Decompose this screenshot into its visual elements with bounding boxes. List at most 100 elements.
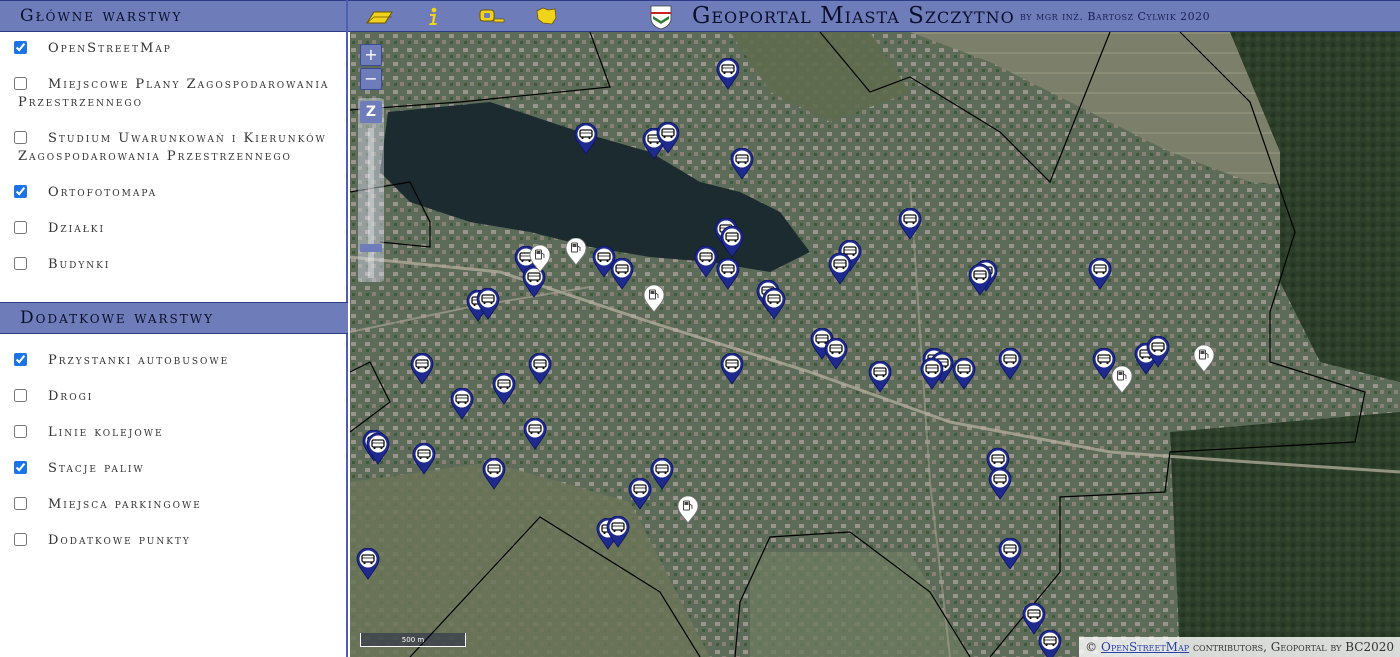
- main-layer-item[interactable]: Studium Uwarunkowań i Kierunków Zagospod…: [0, 130, 346, 166]
- zoom-bar[interactable]: Z: [358, 98, 384, 282]
- extra-layer-label[interactable]: Miejsca parkingowe: [18, 496, 336, 514]
- fuel-station-marker[interactable]: [1193, 345, 1215, 373]
- extra-layer-checkbox[interactable]: [14, 425, 27, 438]
- main-layer-label[interactable]: Budynki: [18, 256, 336, 274]
- bus-stop-marker[interactable]: [828, 253, 852, 285]
- main-layer-item[interactable]: Ortofotomapa: [0, 184, 346, 202]
- osm-link[interactable]: OpenStreetMap: [1101, 640, 1189, 654]
- scale-bar: 500 m: [360, 633, 466, 647]
- bus-stop-marker[interactable]: [720, 353, 744, 385]
- extra-layer-label[interactable]: Dodatkowe punkty: [18, 532, 336, 550]
- main-layer-item[interactable]: Budynki: [0, 256, 346, 274]
- zoom-slider-handle[interactable]: [360, 244, 382, 252]
- bus-stop-marker[interactable]: [716, 58, 740, 90]
- bus-stop-marker[interactable]: [988, 468, 1012, 500]
- zoom-in-button[interactable]: +: [360, 44, 382, 66]
- fuel-station-marker[interactable]: [565, 238, 587, 266]
- main-layer-checkbox[interactable]: [14, 41, 27, 54]
- main-layer-checkbox[interactable]: [14, 221, 27, 234]
- fuel-station-marker[interactable]: [529, 245, 551, 273]
- bus-stop-marker[interactable]: [762, 288, 786, 320]
- bus-stop-marker[interactable]: [610, 258, 634, 290]
- bus-stop-marker[interactable]: [920, 358, 944, 390]
- bus-stop-marker[interactable]: [952, 358, 976, 390]
- main-layer-checkbox[interactable]: [14, 131, 27, 144]
- attribution-prefix: ©: [1085, 640, 1098, 654]
- author-credit: by mgr inż. Bartosz Cylwik 2020: [1020, 10, 1211, 23]
- fuel-station-marker[interactable]: [1111, 366, 1133, 394]
- bus-stop-marker[interactable]: [1038, 630, 1062, 657]
- fuel-station-marker[interactable]: [677, 496, 699, 524]
- bus-stop-marker[interactable]: [1146, 336, 1170, 368]
- main-layer-checkbox[interactable]: [14, 77, 27, 90]
- main-layer-label[interactable]: Działki: [18, 220, 336, 238]
- main-layer-label[interactable]: OpenStreetMap: [18, 40, 336, 58]
- measure-icon[interactable]: [478, 6, 506, 26]
- bus-stop-marker[interactable]: [694, 246, 718, 278]
- bus-stop-marker[interactable]: [998, 538, 1022, 570]
- extra-layer-item[interactable]: Linie kolejowe: [0, 424, 346, 442]
- bus-stop-marker[interactable]: [606, 516, 630, 548]
- bus-stop-marker[interactable]: [574, 123, 598, 155]
- fuel-station-marker[interactable]: [643, 285, 665, 313]
- app-title: Geoportal Miasta Szczytno: [692, 3, 1015, 29]
- main-layer-item[interactable]: Miejscowe Plany Zagospodarowania Przestr…: [0, 76, 346, 112]
- bus-stop-marker[interactable]: [492, 373, 516, 405]
- info-icon[interactable]: [426, 6, 440, 26]
- bus-stop-marker[interactable]: [720, 226, 744, 258]
- bus-stop-marker[interactable]: [730, 148, 754, 180]
- extra-layer-label[interactable]: Linie kolejowe: [18, 424, 336, 442]
- extra-layer-item[interactable]: Stacje paliw: [0, 460, 346, 478]
- extra-layer-label[interactable]: Drogi: [18, 388, 336, 406]
- main-layer-label[interactable]: Miejscowe Plany Zagospodarowania Przestr…: [18, 76, 336, 112]
- main-layer-item[interactable]: Działki: [0, 220, 346, 238]
- bus-stop-marker[interactable]: [824, 338, 848, 370]
- extra-layer-checkbox[interactable]: [14, 353, 27, 366]
- main-layer-item[interactable]: OpenStreetMap: [0, 40, 346, 58]
- bus-stop-marker[interactable]: [476, 288, 500, 320]
- map-view[interactable]: + − Z 500 m © OpenStreetMap contributors…: [350, 32, 1400, 657]
- eraser-icon[interactable]: [364, 6, 394, 26]
- polygon-icon[interactable]: [534, 6, 558, 26]
- extra-layer-label[interactable]: Przystanki autobusowe: [18, 352, 336, 370]
- extra-layer-item[interactable]: Drogi: [0, 388, 346, 406]
- bus-stop-marker[interactable]: [998, 348, 1022, 380]
- extra-layer-checkbox[interactable]: [14, 389, 27, 402]
- main-layer-label[interactable]: Studium Uwarunkowań i Kierunków Zagospod…: [18, 130, 336, 166]
- bus-stop-marker[interactable]: [716, 258, 740, 290]
- zoom-bar-label[interactable]: Z: [360, 101, 382, 123]
- extra-layer-checkbox[interactable]: [14, 461, 27, 474]
- bus-stop-marker[interactable]: [656, 122, 680, 154]
- zoom-track[interactable]: [368, 128, 374, 278]
- bus-stop-marker[interactable]: [523, 418, 547, 450]
- main-layer-checkbox[interactable]: [14, 185, 27, 198]
- main-layer-label[interactable]: Ortofotomapa: [18, 184, 336, 202]
- zoom-out-button[interactable]: −: [360, 68, 382, 90]
- bus-stop-marker[interactable]: [356, 548, 380, 580]
- extra-layer-checkbox[interactable]: [14, 533, 27, 546]
- extra-layer-item[interactable]: Miejsca parkingowe: [0, 496, 346, 514]
- main-layers-header: Główne warstwy: [0, 0, 346, 32]
- extra-layers-list: Przystanki autobusowe Drogi Linie kolejowe…: [0, 344, 346, 568]
- bus-stop-marker[interactable]: [628, 478, 652, 510]
- bus-stop-marker[interactable]: [450, 388, 474, 420]
- bus-stop-marker[interactable]: [650, 458, 674, 490]
- bus-stop-marker[interactable]: [366, 433, 390, 465]
- extra-layer-label[interactable]: Stacje paliw: [18, 460, 336, 478]
- top-toolbar: Geoportal Miasta Szczytno by mgr inż. Ba…: [348, 0, 1400, 32]
- bus-stop-marker[interactable]: [412, 443, 436, 475]
- bus-stop-marker[interactable]: [410, 353, 434, 385]
- bus-stop-marker[interactable]: [898, 208, 922, 240]
- bus-stop-marker[interactable]: [868, 361, 892, 393]
- main-layers-list: OpenStreetMap Miejscowe Plany Zagospodaro…: [0, 32, 346, 274]
- extra-layer-item[interactable]: Przystanki autobusowe: [0, 352, 346, 370]
- bus-stop-marker[interactable]: [482, 458, 506, 490]
- extra-layers-header: Dodatkowe warstwy: [0, 302, 348, 334]
- main-layer-checkbox[interactable]: [14, 257, 27, 270]
- bus-stop-marker[interactable]: [528, 353, 552, 385]
- extra-layer-item[interactable]: Dodatkowe punkty: [0, 532, 346, 550]
- bus-stop-marker[interactable]: [1088, 258, 1112, 290]
- bus-stop-marker[interactable]: [968, 264, 992, 296]
- map-attribution: © OpenStreetMap contributors, Geoportal …: [1079, 637, 1400, 657]
- extra-layer-checkbox[interactable]: [14, 497, 27, 510]
